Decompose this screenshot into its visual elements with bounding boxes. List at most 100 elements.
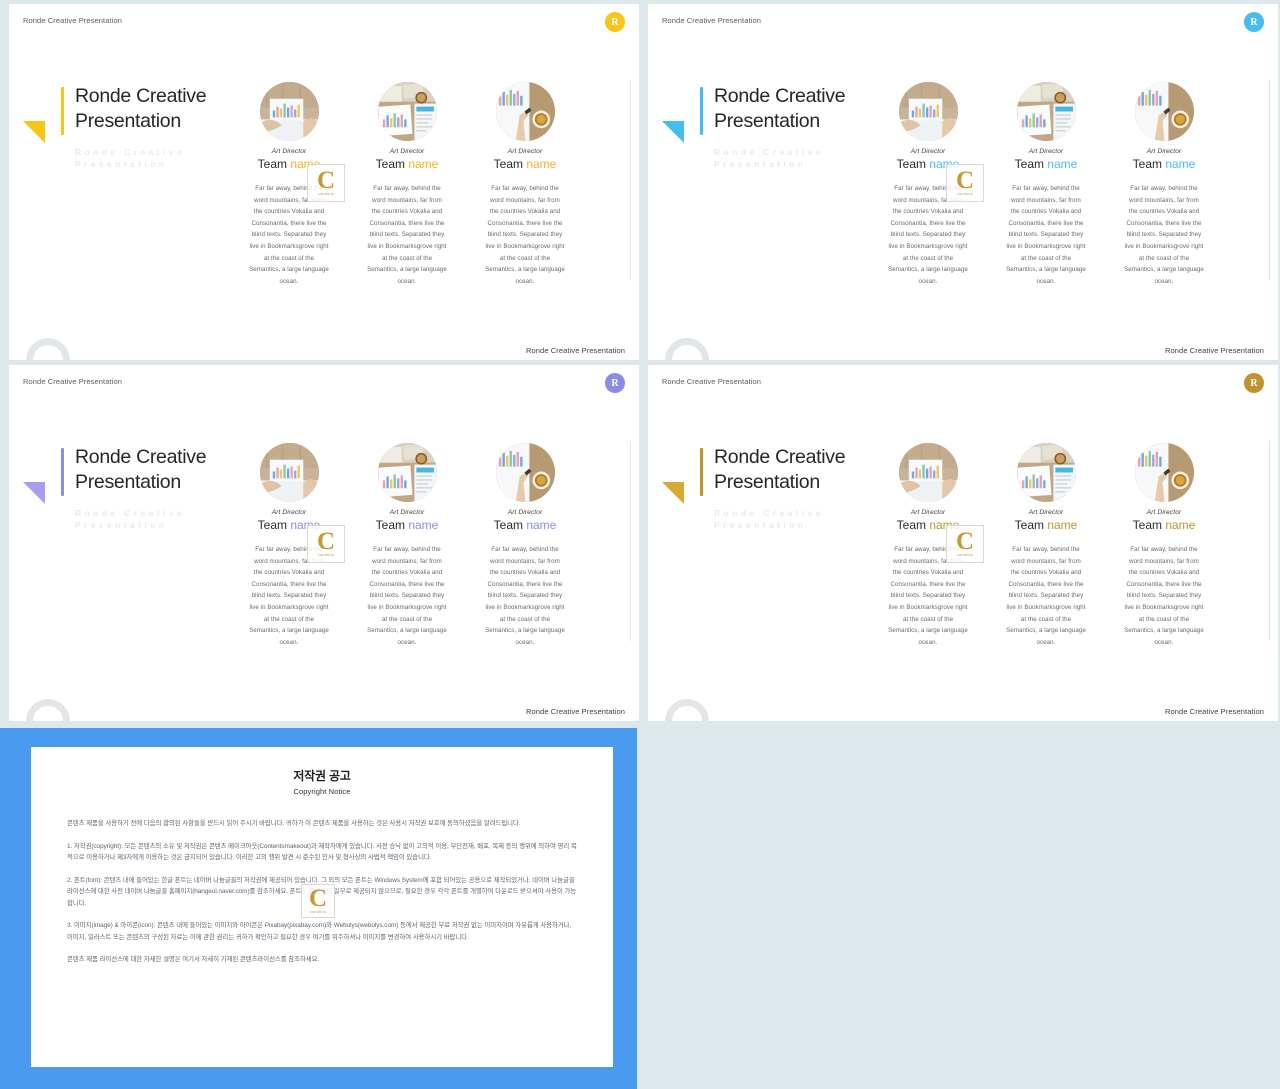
brand-badge-r[interactable]: R: [1244, 373, 1264, 393]
watermark-letter: C: [316, 167, 336, 194]
team-member-card[interactable]: Art Director Team name Far far away, beh…: [367, 82, 447, 287]
watermark-letter: C: [955, 167, 975, 194]
member-role: Art Director: [910, 148, 946, 155]
team-member-card[interactable]: Art Director Team name Far far away, beh…: [1006, 443, 1086, 648]
slide-title-block: Ronde Creative Presentation Ronde Creati…: [700, 445, 905, 531]
watermark-caption: contents: [318, 192, 334, 196]
copyright-title: 저작권 공고: [293, 769, 351, 783]
slide-title-block: Ronde Creative Presentation Ronde Creati…: [61, 445, 266, 531]
slide-title-block: Ronde Creative Presentation Ronde Creati…: [61, 84, 266, 170]
member-role: Art Director: [507, 509, 543, 516]
member-name-highlight: name: [1165, 518, 1196, 532]
vertical-divider: [630, 80, 631, 280]
page-title: Ronde Creative Presentation: [714, 446, 846, 493]
title-accent-bar: [700, 87, 703, 135]
slide-footer-label: Ronde Creative Presentation: [1164, 346, 1264, 355]
contents-watermark: C contents: [301, 884, 335, 918]
brand-badge-r[interactable]: R: [1244, 12, 1264, 32]
member-name-highlight: name: [1047, 157, 1078, 171]
team-member-list: Art Director Team name Far far away, beh…: [249, 443, 565, 648]
member-description: Far far away, behind the word mountains,…: [485, 185, 565, 285]
slide-footer-label: Ronde Creative Presentation: [1164, 707, 1264, 716]
team-member-list: Art Director Team name Far far away, beh…: [249, 82, 565, 287]
member-name: Team name: [367, 157, 447, 171]
member-role: Art Director: [389, 148, 425, 155]
chart-paper-hand-photo: [259, 82, 319, 141]
member-name-highlight: name: [526, 157, 557, 171]
member-role: Art Director: [910, 509, 946, 516]
member-description: Far far away, behind the word mountains,…: [1006, 185, 1086, 285]
member-name-plain: Team: [375, 157, 409, 171]
page-title-ghost: Ronde Creative Presentation: [714, 147, 824, 169]
member-role: Art Director: [1028, 509, 1064, 516]
slide-header-label: Ronde Creative Presentation: [662, 377, 762, 386]
copyright-paragraph: 3. 이미지(image) & 아이콘(icon): 콘텐츠 내에 들어있는 이…: [67, 922, 572, 941]
page-title: Ronde Creative Presentation: [714, 85, 846, 132]
hand-pointing-chart-photo: [1134, 443, 1194, 502]
team-member-card[interactable]: Art Director Team name Far far away, beh…: [1124, 82, 1204, 287]
contents-watermark: C contents: [946, 164, 984, 202]
member-description: Far far away, behind the word mountains,…: [485, 546, 565, 646]
watermark-caption: contents: [310, 910, 326, 914]
team-member-card[interactable]: Art Director Team name Far far away, beh…: [1124, 443, 1204, 648]
member-name-plain: Team: [896, 157, 930, 171]
decorative-flag-icon: [662, 121, 684, 143]
team-member-card[interactable]: Art Director Team name Far far away, beh…: [1006, 82, 1086, 287]
member-name-highlight: name: [408, 157, 439, 171]
slide-header-label: Ronde Creative Presentation: [662, 16, 762, 25]
copyright-paragraph: 1. 저작권(copyright): 모든 콘텐츠의 소유 및 저작권은 콘텐츠…: [67, 842, 577, 862]
member-description: Far far away, behind the word mountains,…: [367, 185, 447, 285]
member-name-highlight: name: [408, 518, 439, 532]
slide-3[interactable]: Ronde Creative Presentation R Ronde Crea…: [9, 365, 639, 721]
page-title-ghost: Ronde Creative Presentation: [75, 508, 185, 530]
desk-charts-coffee-photo: [377, 443, 437, 502]
title-accent-bar: [61, 448, 64, 496]
watermark-caption: contents: [957, 553, 973, 557]
member-description: Far far away, behind the word mountains,…: [1006, 546, 1086, 646]
member-role: Art Director: [1146, 509, 1182, 516]
slide-2[interactable]: Ronde Creative Presentation R Ronde Crea…: [648, 4, 1278, 360]
decorative-flag-icon: [23, 482, 45, 504]
vertical-divider: [630, 441, 631, 641]
team-member-card[interactable]: Art Director Team name Far far away, beh…: [485, 82, 565, 287]
member-name: Team name: [1006, 518, 1086, 532]
copyright-paragraph: 콘텐츠 제품을 사용하기 전에 다음의 합의된 사항들을 반드시 읽어 주시기 …: [67, 820, 521, 827]
member-name-plain: Team: [493, 157, 527, 171]
desk-charts-coffee-photo: [377, 82, 437, 141]
copyright-paragraph: 콘텐츠 제품 라이선스에 대한 자세한 설명은 여기서 자세히 기재된 콘텐츠라…: [67, 956, 320, 963]
hand-pointing-chart-photo: [495, 443, 555, 502]
member-name-highlight: name: [1047, 518, 1078, 532]
team-member-card[interactable]: Art Director Team name Far far away, beh…: [367, 443, 447, 648]
member-name-plain: Team: [257, 157, 291, 171]
chart-paper-hand-photo: [259, 443, 319, 502]
vertical-divider: [1269, 80, 1270, 280]
member-description: Far far away, behind the word mountains,…: [1124, 546, 1204, 646]
member-name-plain: Team: [1014, 157, 1048, 171]
page-title: Ronde Creative Presentation: [75, 85, 207, 132]
member-name: Team name: [485, 157, 565, 171]
slide-4[interactable]: Ronde Creative Presentation R Ronde Crea…: [648, 365, 1278, 721]
desk-charts-coffee-photo: [1016, 82, 1076, 141]
watermark-letter: C: [308, 885, 328, 912]
member-role: Art Director: [271, 509, 307, 516]
watermark-letter: C: [955, 528, 975, 555]
team-member-card[interactable]: Art Director Team name Far far away, beh…: [485, 443, 565, 648]
decorative-flag-icon: [662, 482, 684, 504]
member-name-plain: Team: [1014, 518, 1048, 532]
member-role: Art Director: [271, 148, 307, 155]
member-name-highlight: name: [526, 518, 557, 532]
decorative-circle: [665, 699, 709, 721]
slide-footer-label: Ronde Creative Presentation: [525, 707, 625, 716]
screenshot-canvas: Ronde Creative Presentation R Ronde Crea…: [0, 0, 1280, 1089]
member-name-plain: Team: [257, 518, 291, 532]
member-role: Art Director: [389, 509, 425, 516]
slide-footer-label: Ronde Creative Presentation: [525, 346, 625, 355]
copyright-subtitle: Copyright Notice: [293, 787, 351, 796]
title-accent-bar: [700, 448, 703, 496]
slide-1[interactable]: Ronde Creative Presentation R Ronde Crea…: [9, 4, 639, 360]
brand-badge-r[interactable]: R: [605, 12, 625, 32]
contents-watermark: C contents: [307, 525, 345, 563]
watermark-letter: C: [316, 528, 336, 555]
member-name-plain: Team: [375, 518, 409, 532]
brand-badge-r[interactable]: R: [605, 373, 625, 393]
